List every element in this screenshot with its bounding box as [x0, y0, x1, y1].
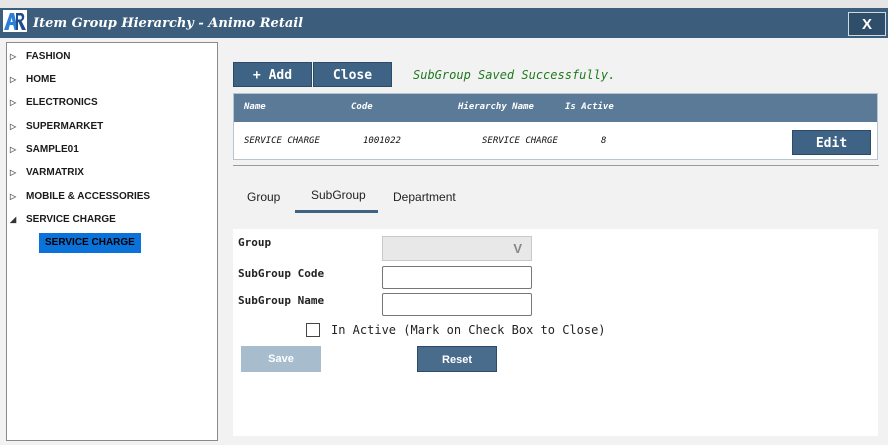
- tree-node-label: FASHION: [26, 50, 71, 62]
- active-tab-indicator: [295, 210, 378, 213]
- tree-node-label: SERVICE CHARGE: [26, 213, 116, 225]
- tab-subgroup[interactable]: SubGroup: [311, 188, 366, 202]
- tree-node-label: ELECTRONICS: [26, 96, 98, 108]
- tree-child-service-charge-selected[interactable]: SERVICE CHARGE: [39, 233, 141, 253]
- top-strip: [0, 0, 888, 8]
- expand-arrow-icon[interactable]: ▷: [10, 98, 26, 107]
- expand-arrow-icon[interactable]: ▷: [10, 145, 26, 154]
- tab-group[interactable]: Group: [247, 190, 280, 204]
- column-header-hierarchy-name: Hierarchy Name: [458, 102, 534, 112]
- inactive-checkbox[interactable]: [306, 323, 320, 337]
- tree-node-label: VARMATRIX: [26, 166, 84, 178]
- cell-code: 1001022: [363, 136, 401, 146]
- save-button[interactable]: Save: [241, 346, 321, 372]
- expand-arrow-icon[interactable]: ▷: [10, 52, 26, 61]
- column-header-is-active: Is Active: [565, 102, 614, 112]
- subgroup-code-input[interactable]: [382, 266, 532, 289]
- collapse-arrow-icon[interactable]: ◢: [10, 215, 26, 224]
- edit-button[interactable]: Edit: [792, 130, 871, 155]
- tree-node-sample01[interactable]: ▷ SAMPLE01: [10, 140, 79, 158]
- grid-header: Name Code Hierarchy Name Is Active: [234, 94, 877, 122]
- tree-node-label: SAMPLE01: [26, 143, 79, 155]
- subgroup-name-input[interactable]: [382, 293, 532, 316]
- tree-node-home[interactable]: ▷ HOME: [10, 70, 56, 88]
- tree-node-fashion[interactable]: ▷ FASHION: [10, 47, 70, 65]
- section-divider: [233, 165, 879, 166]
- tree-node-service-charge[interactable]: ◢ SERVICE CHARGE: [10, 210, 116, 228]
- inactive-checkbox-label: In Active (Mark on Check Box to Close): [331, 323, 606, 337]
- reset-button[interactable]: Reset: [417, 346, 497, 372]
- cell-is-active: 8: [601, 136, 607, 146]
- tree-node-electronics[interactable]: ▷ ELECTRONICS: [10, 93, 98, 111]
- cell-name: SERVICE CHARGE: [244, 136, 320, 146]
- expand-arrow-icon[interactable]: ▷: [10, 168, 26, 177]
- close-button[interactable]: Close: [313, 62, 392, 87]
- chevron-down-icon[interactable]: V: [513, 241, 522, 256]
- app-logo-icon: [3, 10, 27, 32]
- subgroup-name-label: SubGroup Name: [238, 294, 325, 307]
- tree-node-mobile-accessories[interactable]: ▷ MOBILE & ACCESSORIES: [10, 187, 150, 205]
- expand-arrow-icon[interactable]: ▷: [10, 75, 26, 84]
- cell-hierarchy-name: SERVICE CHARGE: [482, 136, 558, 146]
- window-close-button[interactable]: X: [848, 12, 886, 36]
- group-select[interactable]: V: [382, 236, 532, 261]
- subgroup-code-label: SubGroup Code: [238, 267, 325, 280]
- column-header-name: Name: [244, 102, 266, 112]
- tab-department[interactable]: Department: [393, 190, 456, 204]
- expand-arrow-icon[interactable]: ▷: [10, 122, 26, 131]
- expand-arrow-icon[interactable]: ▷: [10, 192, 26, 201]
- tree-node-supermarket[interactable]: ▷ SUPERMARKET: [10, 117, 103, 135]
- tree-node-label: MOBILE & ACCESSORIES: [26, 190, 151, 202]
- column-header-code: Code: [351, 102, 373, 112]
- window-title: Item Group Hierarchy - Animo Retail: [33, 16, 304, 31]
- tree-node-label: SUPERMARKET: [26, 120, 104, 132]
- tree-node-varmatrix[interactable]: ▷ VARMATRIX: [10, 163, 84, 181]
- add-button[interactable]: + Add: [233, 62, 312, 87]
- tree-node-label: HOME: [26, 73, 56, 85]
- status-message: SubGroup Saved Successfully.: [413, 68, 616, 82]
- group-label: Group: [238, 236, 272, 249]
- subgroup-grid: Name Code Hierarchy Name Is Active SERVI…: [233, 93, 878, 160]
